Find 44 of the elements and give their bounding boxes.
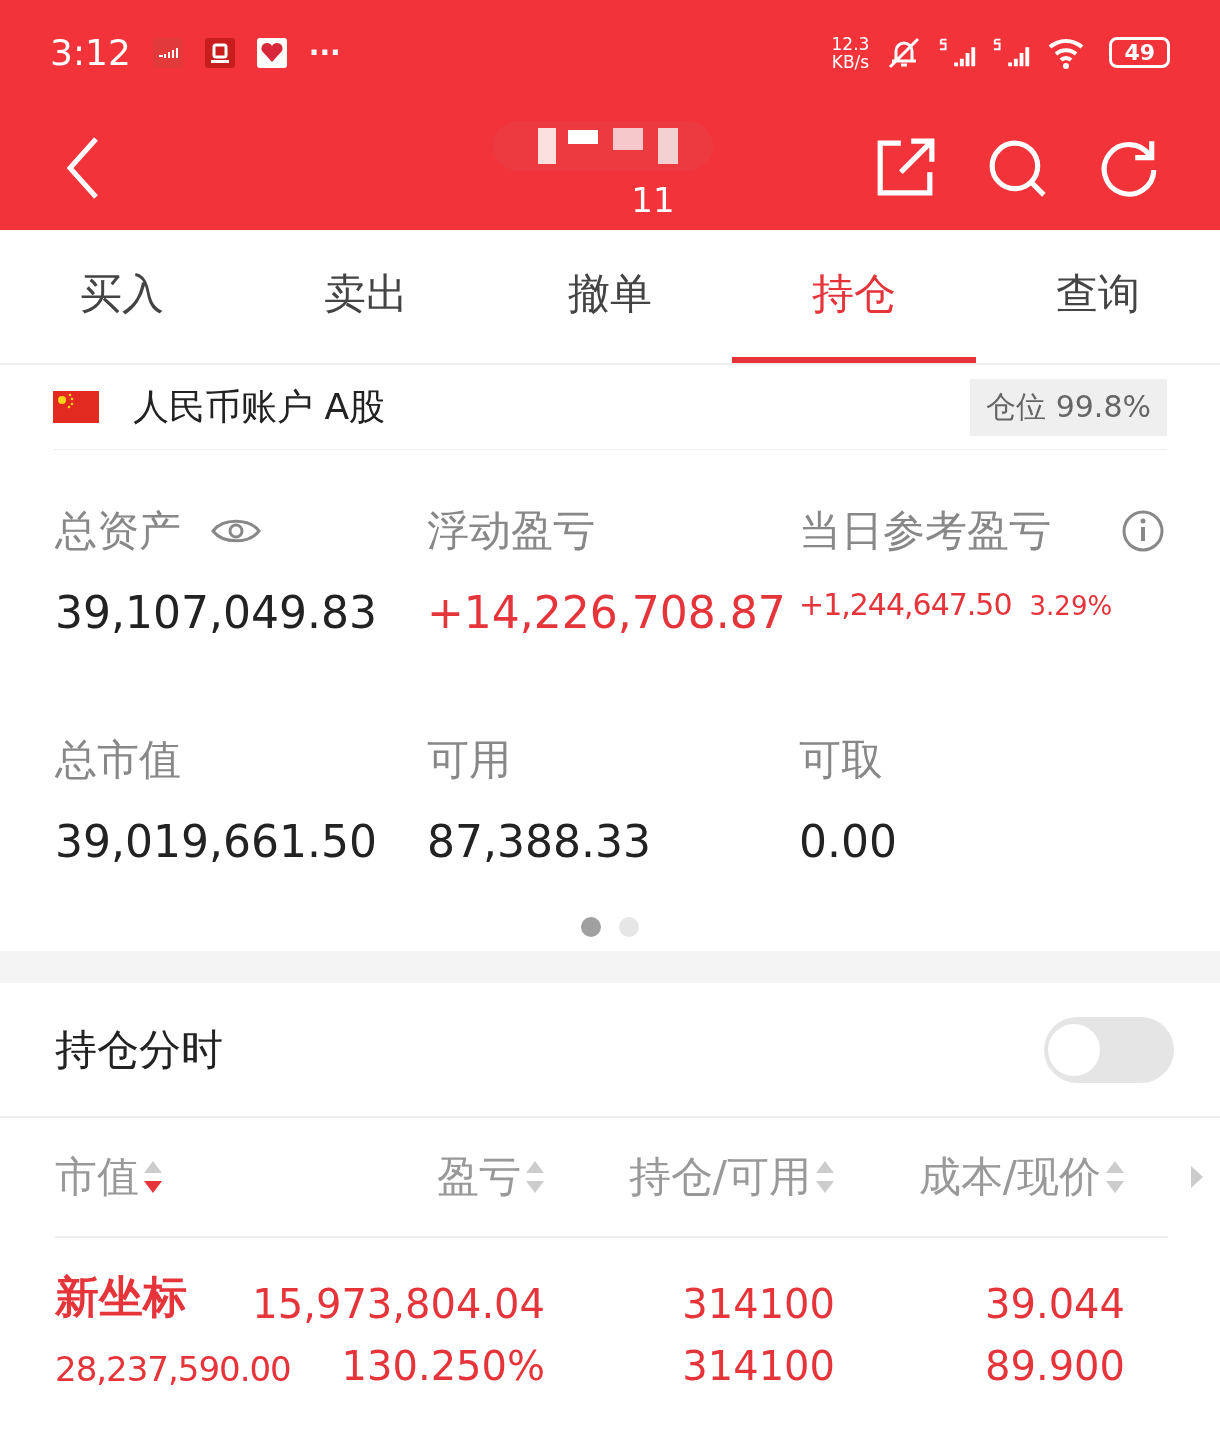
stat-value: 39,107,049.83: [55, 587, 377, 638]
column-header[interactable]: 市值: [55, 1149, 139, 1205]
network-speed: 12.3 KB/s: [831, 34, 870, 71]
table-cell: 130.250%: [341, 1343, 545, 1389]
stat-value: +14,226,708.87: [427, 587, 786, 638]
table-cell: 89.900: [985, 1343, 1125, 1389]
column-header[interactable]: 盈亏: [437, 1149, 521, 1205]
table-cell: 39.044: [985, 1281, 1125, 1327]
tab[interactable]: 持仓: [732, 230, 976, 363]
account-name: 人民币账户 A股: [133, 384, 386, 429]
app-notification-icon: [256, 37, 287, 68]
stat-value: 0.00: [799, 816, 897, 867]
info-icon[interactable]: [1121, 509, 1165, 553]
app-notification-icon: [152, 37, 183, 68]
stat-label: 可取: [799, 734, 883, 786]
battery-indicator: 49: [1109, 37, 1170, 68]
stat-value: 87,388.33: [427, 816, 651, 867]
sort-icon[interactable]: [143, 1159, 163, 1195]
stat-label: 可用: [427, 734, 511, 786]
stat-percent: 3.29%: [1029, 591, 1113, 621]
stat-value: 39,019,661.50: [55, 816, 377, 867]
table-cell: 28,237,590.00: [55, 1349, 291, 1389]
tab[interactable]: 卖出: [244, 230, 488, 363]
stat-label: 当日参考盈亏: [799, 505, 1051, 557]
column-header[interactable]: 成本/现价: [918, 1149, 1101, 1205]
timeshare-label: 持仓分时: [55, 1023, 223, 1076]
position-ratio: 仓位 99.8%: [970, 378, 1167, 436]
more-notifications: ···: [308, 36, 341, 69]
tab[interactable]: 买入: [0, 230, 244, 363]
tab[interactable]: 查询: [976, 230, 1220, 363]
stat-label: 浮动盈亏: [427, 505, 595, 557]
stock-name[interactable]: 新坐标: [55, 1268, 187, 1327]
stat-value: +1,244,647.50: [799, 587, 1012, 622]
stat-label: 总资产: [55, 505, 181, 557]
app-notification-icon: [204, 37, 235, 68]
table-cell: 314100: [682, 1281, 835, 1327]
table-cell: 15,973,804.04: [252, 1281, 545, 1327]
header-subtitle: 11: [631, 179, 675, 220]
china-flag-icon: [53, 391, 99, 423]
stat-label: 总市值: [55, 734, 181, 786]
status-time: 3:12: [50, 32, 131, 73]
table-cell: 314100: [682, 1343, 835, 1389]
tab[interactable]: 撤单: [488, 230, 732, 363]
column-header[interactable]: 持仓/可用: [628, 1149, 811, 1205]
